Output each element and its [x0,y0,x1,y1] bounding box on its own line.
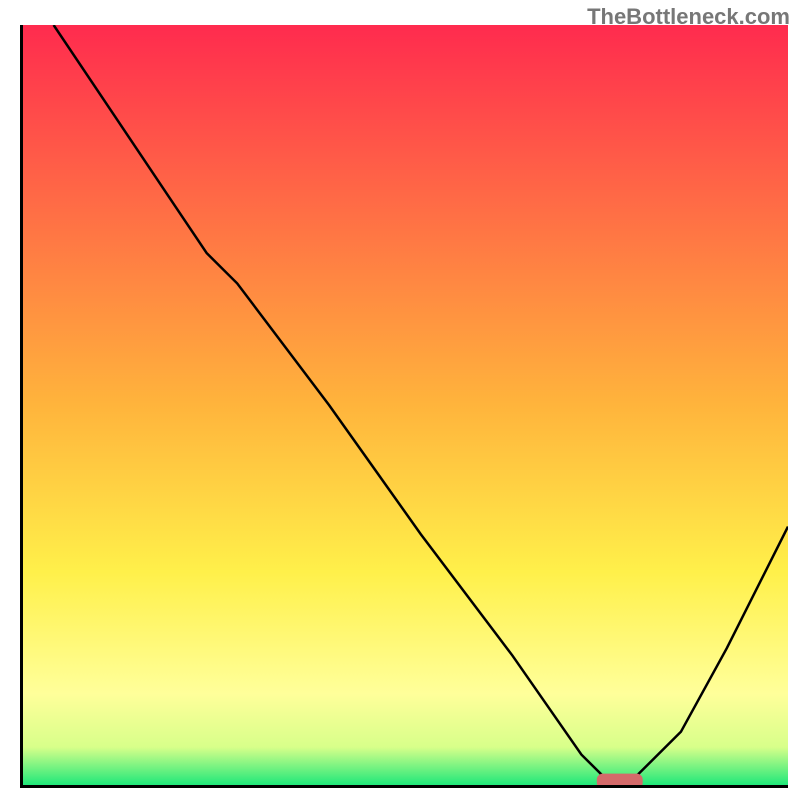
chart-plot-area [20,25,788,788]
optimal-marker [597,774,643,785]
chart-svg [23,25,788,785]
watermark-text: TheBottleneck.com [587,4,790,30]
chart-background [23,25,788,785]
